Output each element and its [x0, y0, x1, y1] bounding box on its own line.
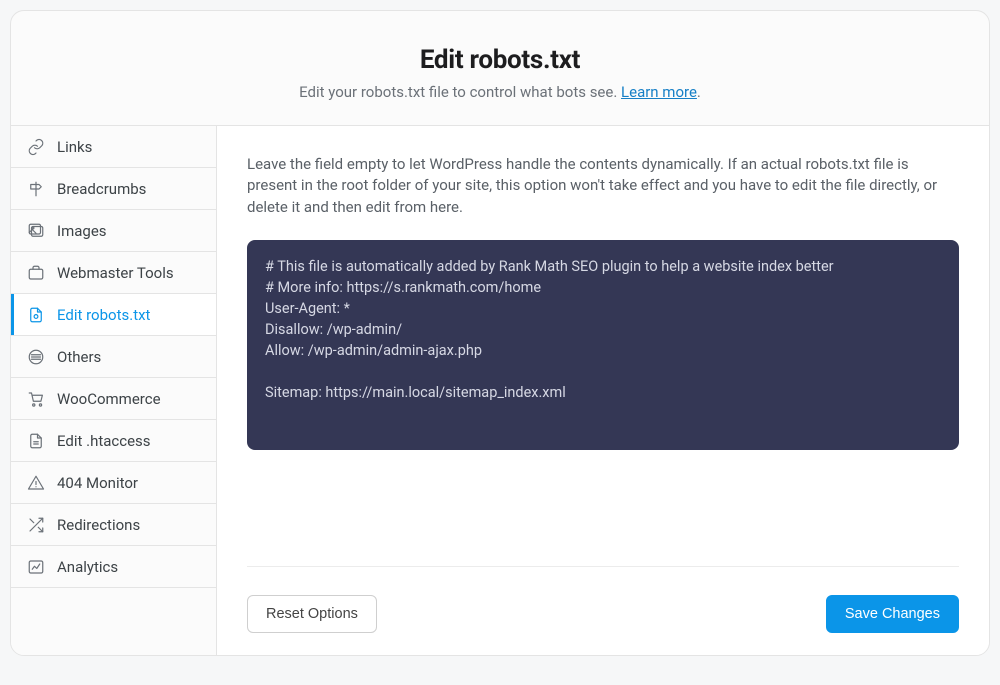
panel-body: Links Breadcrumbs Images Webmaster Tools	[11, 125, 989, 655]
sidebar-item-webmaster-tools[interactable]: Webmaster Tools	[11, 252, 216, 294]
sidebar-item-images[interactable]: Images	[11, 210, 216, 252]
settings-sidebar: Links Breadcrumbs Images Webmaster Tools	[11, 125, 217, 655]
stack-icon	[27, 348, 45, 366]
reset-options-button[interactable]: Reset Options	[247, 595, 377, 633]
sidebar-item-label: Images	[57, 222, 107, 240]
learn-more-link[interactable]: Learn more	[621, 83, 697, 101]
sidebar-item-404-monitor[interactable]: 404 Monitor	[11, 462, 216, 504]
sidebar-item-breadcrumbs[interactable]: Breadcrumbs	[11, 168, 216, 210]
footer-bar: Reset Options Save Changes	[247, 566, 959, 633]
chart-line-icon	[27, 558, 45, 576]
sidebar-item-others[interactable]: Others	[11, 336, 216, 378]
page-subtitle: Edit your robots.txt file to control wha…	[31, 83, 969, 101]
warning-triangle-icon	[27, 474, 45, 492]
sidebar-item-edit-htaccess[interactable]: Edit .htaccess	[11, 420, 216, 462]
robots-file-icon	[27, 306, 45, 324]
sidebar-item-label: Edit .htaccess	[57, 432, 151, 450]
sidebar-item-links[interactable]: Links	[11, 126, 216, 168]
briefcase-icon	[27, 264, 45, 282]
sidebar-item-woocommerce[interactable]: WooCommerce	[11, 378, 216, 420]
sidebar-item-label: Others	[57, 348, 101, 366]
file-text-icon	[27, 432, 45, 450]
sidebar-item-label: WooCommerce	[57, 390, 161, 408]
main-content: Leave the field empty to let WordPress h…	[217, 125, 989, 655]
robots-editor[interactable]	[247, 240, 959, 450]
link-icon	[27, 138, 45, 156]
shuffle-icon	[27, 516, 45, 534]
subtitle-suffix: .	[697, 83, 701, 101]
sidebar-item-label: Edit robots.txt	[57, 306, 150, 324]
signpost-icon	[27, 180, 45, 198]
sidebar-item-redirections[interactable]: Redirections	[11, 504, 216, 546]
sidebar-item-label: Analytics	[57, 558, 118, 576]
sidebar-item-analytics[interactable]: Analytics	[11, 546, 216, 588]
panel-header: Edit robots.txt Edit your robots.txt fil…	[11, 11, 989, 125]
sidebar-item-label: Links	[57, 138, 92, 156]
sidebar-item-label: Webmaster Tools	[57, 264, 174, 282]
page-title: Edit robots.txt	[31, 45, 969, 75]
sidebar-item-edit-robots[interactable]: Edit robots.txt	[11, 294, 216, 336]
subtitle-text: Edit your robots.txt file to control wha…	[299, 83, 621, 101]
cart-icon	[27, 390, 45, 408]
images-icon	[27, 222, 45, 240]
sidebar-item-label: Redirections	[57, 516, 140, 534]
save-changes-button[interactable]: Save Changes	[826, 595, 959, 633]
sidebar-item-label: Breadcrumbs	[57, 180, 146, 198]
robots-description: Leave the field empty to let WordPress h…	[247, 154, 959, 218]
sidebar-item-label: 404 Monitor	[57, 474, 138, 492]
settings-panel: Edit robots.txt Edit your robots.txt fil…	[10, 10, 990, 656]
